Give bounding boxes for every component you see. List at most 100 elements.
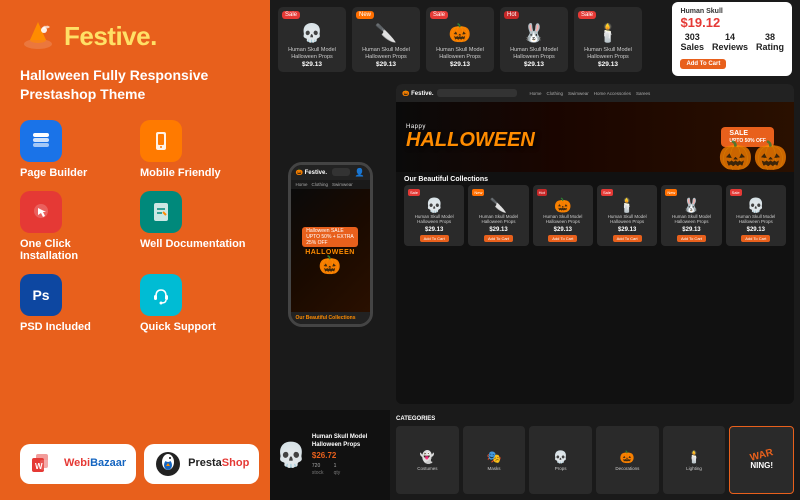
desktop-nav-sarees[interactable]: Sarees (636, 91, 650, 96)
mobile-user-icon: 👤 (355, 168, 365, 177)
doc-icon (150, 201, 172, 223)
desktop-add-cart-2[interactable]: Add To Cart (548, 235, 577, 242)
product-img-4: 🕯️ (594, 21, 622, 48)
feature-documentation: Well Documentation (140, 191, 250, 262)
featured-product: 💀 Human Skull Model Halloween Props $26.… (276, 433, 384, 477)
support-label: Quick Support (140, 321, 216, 333)
desktop-product-badge-2: Hot (537, 189, 547, 196)
webibazaar-icon: W (30, 450, 58, 478)
desktop-nav-clothing[interactable]: Clothing (547, 91, 564, 96)
product-badge-2: Sale (430, 11, 448, 19)
desktop-product-price-1: $29.13 (489, 227, 507, 233)
product-card-0: Sale 💀 Human Skull Model Halloween Props… (278, 7, 346, 72)
desktop-nav: Home Clothing Swimwear Home Accessories … (529, 91, 650, 96)
mobile-collections-title: Our Beautiful Collections (296, 315, 365, 321)
mobile-nav-item-clothing[interactable]: Clothing (312, 182, 329, 187)
desktop-product-title-0: Human Skull Model Halloween Props (408, 214, 460, 225)
mobile-nav: Home Clothing Swimwear (291, 180, 370, 189)
desktop-product-3: Sale 🕯️ Human Skull Model Halloween Prop… (597, 185, 657, 246)
desktop-product-badge-1: New (472, 189, 484, 196)
desktop-product-title-2: Human Skull Model Halloween Props (537, 214, 589, 225)
feature-psd: Ps PSD Included (20, 274, 130, 333)
category-4: 🕯️ Lighting (663, 426, 726, 494)
product-title-4: Human Skull Model Halloween Props (578, 47, 638, 60)
desktop-product-img-5: 💀 (747, 198, 764, 212)
mobile-nav-item-home[interactable]: Home (296, 182, 308, 187)
featured-product-title: Human Skull Model Halloween Props (312, 433, 384, 450)
desktop-pumpkins-decoration: 🎃🎃 (718, 139, 788, 172)
price-box-title: Human Skull (680, 8, 784, 15)
product-title-0: Human Skull Model Halloween Props (282, 47, 342, 60)
mobile-hero-banner: Halloween SALEUPTO 50% + EXTRA25% OFF HA… (291, 189, 370, 312)
product-img-2: 🎃 (446, 21, 474, 48)
desktop-add-cart-4[interactable]: Add To Cart (677, 235, 706, 242)
brand-name-text: Festive (64, 21, 150, 51)
category-1: 🎭 Masks (463, 426, 526, 494)
category-label-0: Costumes (417, 466, 437, 471)
desktop-product-badge-0: Sale (408, 189, 420, 196)
product-title-1: Human Skull Model Halloween Props (356, 47, 416, 60)
top-products-row: Sale 💀 Human Skull Model Halloween Props… (270, 0, 800, 78)
category-label-4: Lighting (686, 466, 702, 471)
category-img-3: 🎃 (620, 450, 635, 464)
bottom-logos: W WebiBazaar PrestaShop (20, 444, 250, 484)
stat-reviews-value: 14 (712, 32, 748, 42)
desktop-sale-text: SALE (729, 130, 748, 137)
category-img-1: 🎭 (487, 450, 502, 464)
desktop-product-badge-5: Sale (730, 189, 742, 196)
desktop-nav-accessories[interactable]: Home Accessories (594, 91, 631, 96)
mobile-mockup: 🎃 Festive. 👤 Home Clothing Swimwear Hall… (288, 162, 373, 327)
mobile-search-bar (332, 168, 350, 176)
product-price-4: $29.13 (598, 61, 618, 68)
desktop-hero-banner: Happy HALLOWEEN SALE UPTO 50% OFF 🎃🎃 (396, 102, 794, 172)
desktop-collections-title: Our Beautiful Collections (396, 172, 794, 185)
product-card-4: Sale 🕯️ Human Skull Model Halloween Prop… (574, 7, 642, 72)
desktop-product-img-3: 🕯️ (618, 198, 635, 212)
bottom-row: 💀 Human Skull Model Halloween Props $26.… (270, 410, 800, 500)
category-label-1: Masks (488, 466, 501, 471)
desktop-add-cart-3[interactable]: Add To Cart (613, 235, 642, 242)
desktop-product-price-4: $29.13 (682, 227, 700, 233)
product-price-1: $29.13 (376, 61, 396, 68)
desktop-nav-swimwear[interactable]: Swimwear (568, 91, 589, 96)
desktop-add-cart-5[interactable]: Add To Cart (741, 235, 770, 242)
desktop-product-1: New 🔪 Human Skull Model Halloween Props … (468, 185, 528, 246)
layers-icon (30, 130, 52, 152)
product-price-3: $29.13 (524, 61, 544, 68)
prestashop-text: PrestaShop (188, 457, 249, 470)
product-title-2: Human Skull Model Halloween Props (430, 47, 490, 60)
one-click-icon-box (20, 191, 62, 233)
tagline-text: Halloween Fully Responsive Prestashop Th… (20, 67, 208, 102)
desktop-add-cart-1[interactable]: Add To Cart (484, 235, 513, 242)
stat-rating-label: Rating (756, 42, 784, 52)
webibazaar-logo: W WebiBazaar (20, 444, 136, 484)
mobile-header: 🎃 Festive. 👤 (291, 165, 370, 180)
desktop-add-cart-0[interactable]: Add To Cart (420, 235, 449, 242)
mobile-pumpkin-decoration: 🎃 (319, 256, 341, 274)
product-badge-4: Sale (578, 11, 596, 19)
desktop-product-price-2: $29.13 (554, 227, 572, 233)
support-icon-box (140, 274, 182, 316)
desktop-nav-home[interactable]: Home (529, 91, 541, 96)
mobile-mockup-col: 🎃 Festive. 👤 Home Clothing Swimwear Hall… (270, 78, 390, 410)
mobile-nav-item-swimwear[interactable]: Swimwear (332, 182, 353, 187)
stat-reviews-label: Reviews (712, 42, 748, 52)
brand-name: Festive. (64, 21, 157, 52)
documentation-icon-box (140, 191, 182, 233)
product-img-1: 🔪 (372, 21, 400, 48)
mobile-friendly-label: Mobile Friendly (140, 167, 221, 179)
category-war-badge: WAR NING! (729, 426, 794, 494)
product-badge-3: Hot (504, 11, 519, 19)
click-icon (30, 201, 52, 223)
featured-product-img: 💀 (276, 441, 306, 470)
desktop-product-img-2: 🎃 (554, 198, 571, 212)
desktop-product-price-0: $29.13 (425, 227, 443, 233)
product-card-2: Sale 🎃 Human Skull Model Halloween Props… (426, 7, 494, 72)
prestashop-icon (154, 450, 182, 478)
add-to-cart-button[interactable]: Add To Cart (680, 59, 726, 69)
left-panel: Festive. Halloween Fully Responsive Pres… (0, 0, 270, 500)
right-panel: Sale 💀 Human Skull Model Halloween Props… (270, 0, 800, 500)
mobile-sale-badge: Halloween SALEUPTO 50% + EXTRA25% OFF (302, 227, 358, 247)
mobile-logo: 🎃 Festive. (296, 169, 327, 176)
tagline: Halloween Fully Responsive Prestashop Th… (20, 66, 250, 104)
